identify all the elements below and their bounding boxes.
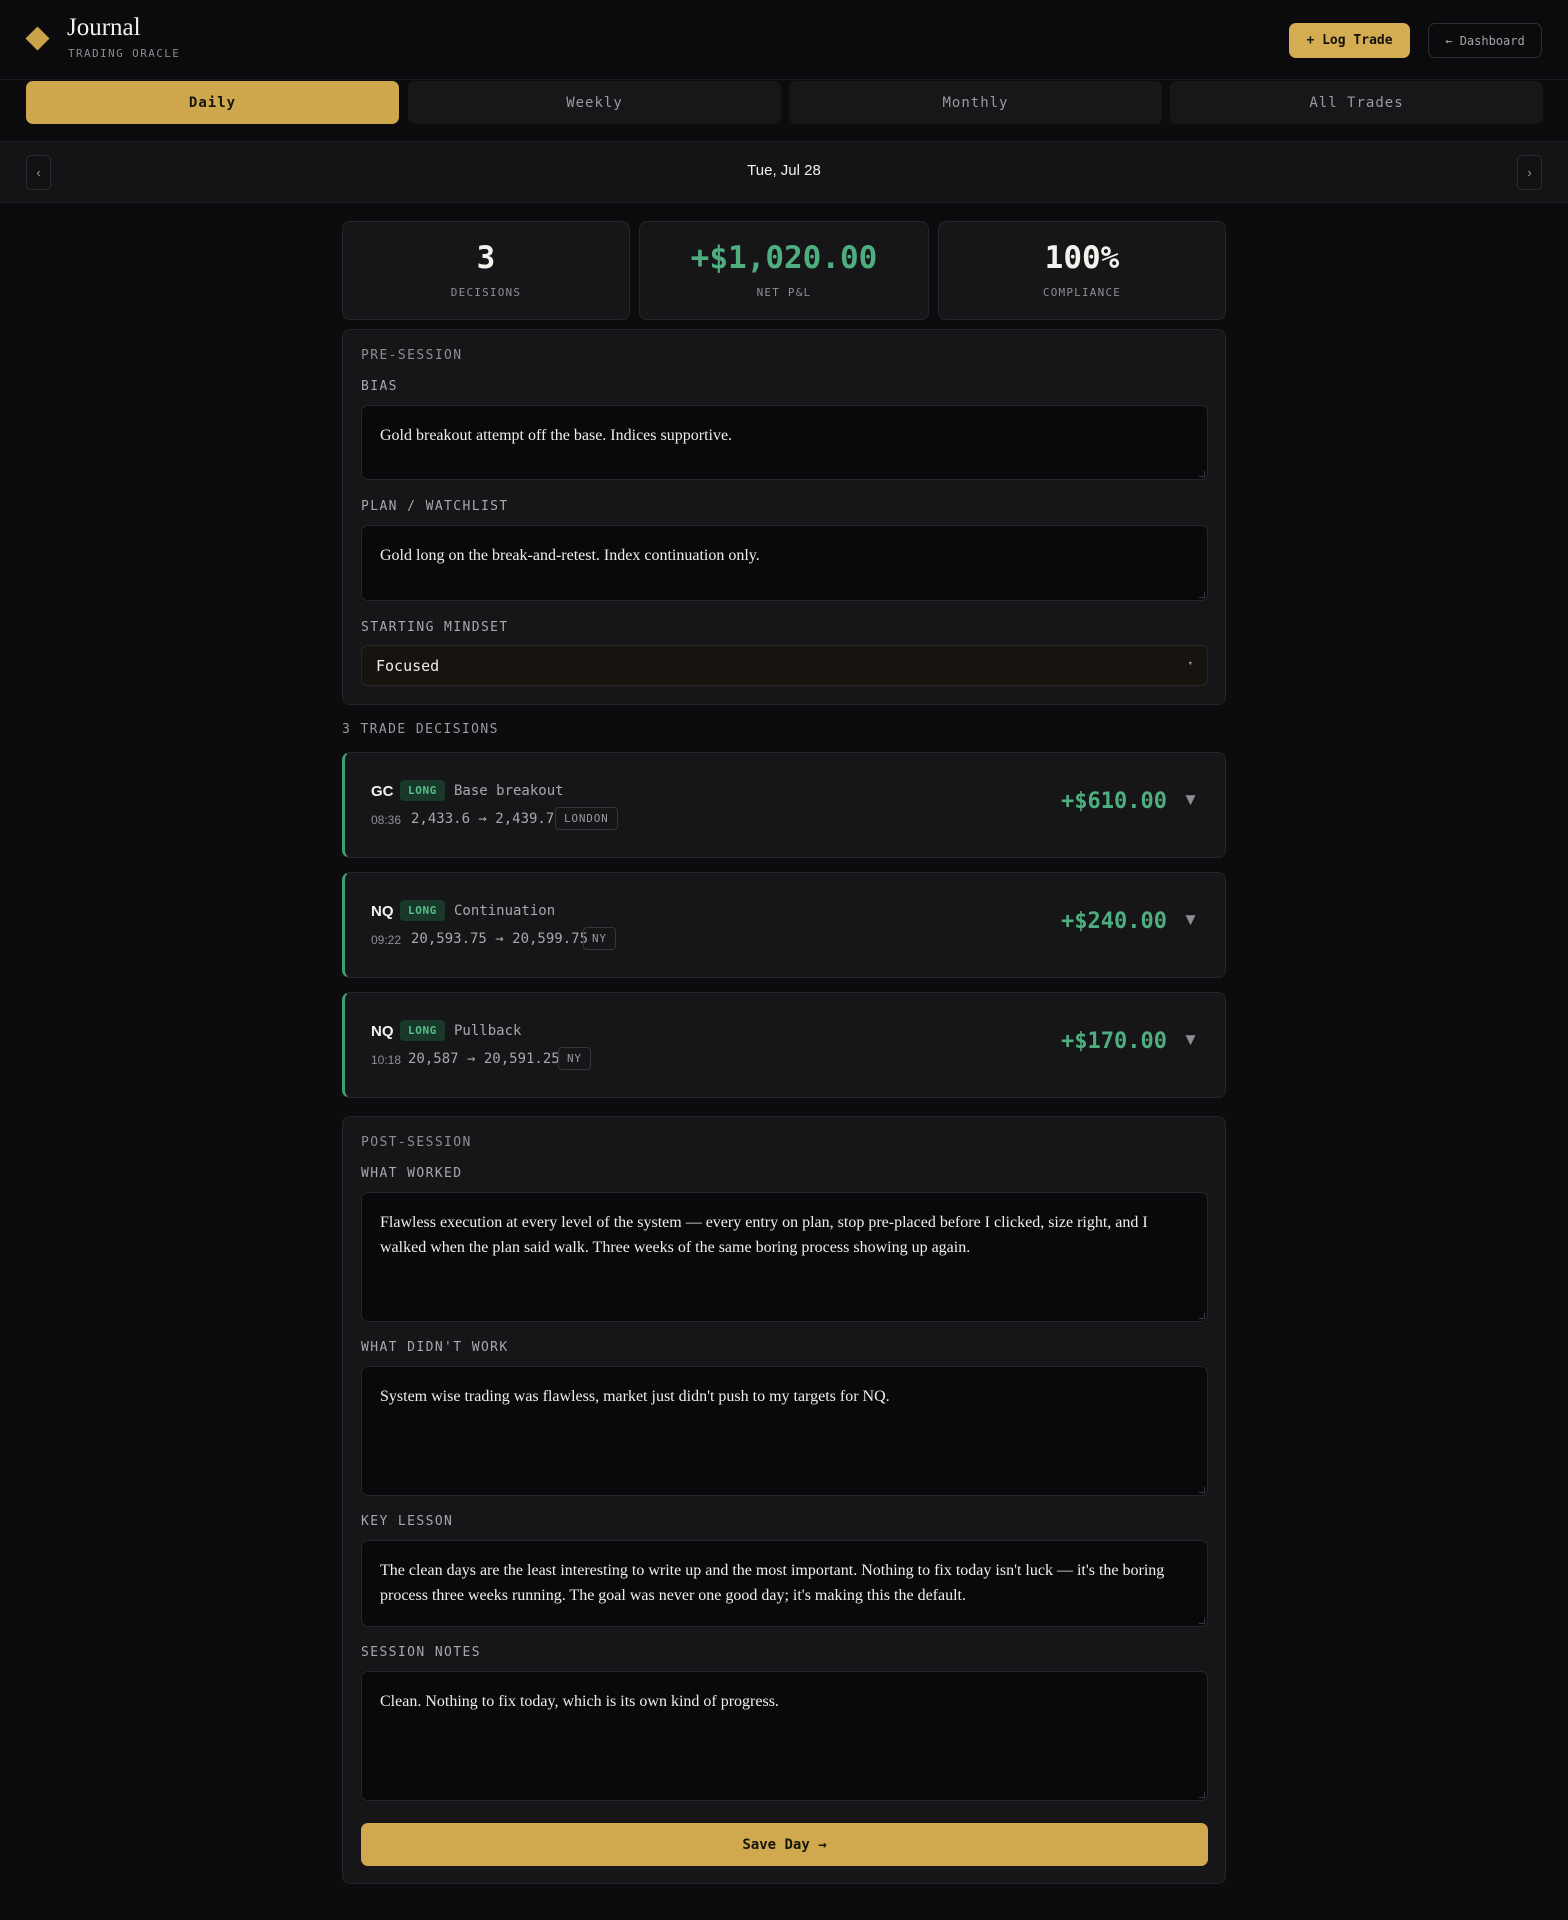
post-session-title: POST-SESSION <box>361 1135 472 1150</box>
pre-session-title: PRE-SESSION <box>361 348 463 363</box>
trade-symbol: NQ <box>371 1023 394 1040</box>
plan-label: PLAN / WATCHLIST <box>361 499 509 514</box>
mindset-select[interactable]: Focused ▾ <box>361 645 1208 686</box>
trade-time: 10:18 <box>371 1053 402 1067</box>
trade-time: 09:22 <box>371 933 402 947</box>
stat-value: 3 <box>476 240 496 276</box>
mindset-label: STARTING MINDSET <box>361 620 509 635</box>
stat-decisions: 3 DECISIONS <box>342 221 630 320</box>
top-bar: Journal TRADING ORACLE + Log Trade ← Das… <box>0 0 1568 80</box>
save-day-button[interactable]: Save Day → <box>361 1823 1208 1866</box>
trade-setup: Continuation <box>454 903 556 919</box>
trade-card[interactable]: NQ LONG Continuation 09:22 20,593.75 → 2… <box>342 872 1226 978</box>
post-session-panel: POST-SESSION WHAT WORKED Flawless execut… <box>342 1116 1226 1884</box>
trade-pnl: +$240.00 <box>1061 909 1167 934</box>
trade-time: 08:36 <box>371 813 402 827</box>
side-badge: LONG <box>400 900 445 921</box>
tab-weekly[interactable]: Weekly <box>408 81 781 124</box>
session-badge: NY <box>558 1047 591 1070</box>
pre-session-panel: PRE-SESSION BIAS Gold breakout attempt o… <box>342 329 1226 705</box>
session-notes-label: SESSION NOTES <box>361 1645 481 1660</box>
stat-compliance: 100% COMPLIANCE <box>938 221 1226 320</box>
key-lesson-label: KEY LESSON <box>361 1514 454 1529</box>
trade-symbol: NQ <box>371 903 394 920</box>
log-trade-button[interactable]: + Log Trade <box>1289 23 1410 58</box>
stat-value: +$1,020.00 <box>690 240 878 276</box>
key-lesson-textarea[interactable]: The clean days are the least interesting… <box>361 1540 1208 1627</box>
trade-card[interactable]: NQ LONG Pullback 10:18 20,587 → 20,591.2… <box>342 992 1226 1098</box>
trade-symbol: GC <box>371 783 394 800</box>
trade-prices: 20,587 → 20,591.25 <box>408 1051 560 1067</box>
trade-card[interactable]: GC LONG Base breakout 08:36 2,433.6 → 2,… <box>342 752 1226 858</box>
stat-net-pnl: +$1,020.00 NET P&L <box>639 221 929 320</box>
session-badge: NY <box>583 927 616 950</box>
bias-textarea[interactable]: Gold breakout attempt off the base. Indi… <box>361 405 1208 480</box>
trade-prices: 2,433.6 → 2,439.7 <box>411 811 555 827</box>
plan-textarea[interactable]: Gold long on the break-and-retest. Index… <box>361 525 1208 601</box>
tab-all-trades[interactable]: All Trades <box>1170 81 1543 124</box>
what-didnt-work-label: WHAT DIDN'T WORK <box>361 1340 509 1355</box>
mindset-value: Focused <box>376 657 440 675</box>
stat-value: 100% <box>1044 240 1120 276</box>
next-day-button[interactable]: › <box>1517 155 1542 190</box>
chevron-down-icon: ▾ <box>1187 659 1193 669</box>
bias-label: BIAS <box>361 379 398 394</box>
what-didnt-work-textarea[interactable]: System wise trading was flawless, market… <box>361 1366 1208 1496</box>
trade-pnl: +$610.00 <box>1061 789 1167 814</box>
current-date: Tue, Jul 28 <box>747 162 821 179</box>
trade-decisions-title: 3 TRADE DECISIONS <box>342 722 499 737</box>
app-title: Journal <box>67 14 141 41</box>
diamond-logo-icon <box>25 26 50 51</box>
trade-setup: Pullback <box>454 1023 522 1039</box>
what-worked-textarea[interactable]: Flawless execution at every level of the… <box>361 1192 1208 1322</box>
expand-chevron-icon[interactable]: ▼ <box>1182 1030 1199 1050</box>
side-badge: LONG <box>400 1020 445 1041</box>
date-navigator: ‹ Tue, Jul 28 › <box>0 141 1568 203</box>
session-notes-textarea[interactable]: Clean. Nothing to fix today, which is it… <box>361 1671 1208 1801</box>
tab-daily[interactable]: Daily <box>26 81 399 124</box>
trade-prices: 20,593.75 → 20,599.75 <box>411 931 589 947</box>
stat-label: COMPLIANCE <box>1042 286 1122 299</box>
expand-chevron-icon[interactable]: ▼ <box>1182 910 1199 930</box>
side-badge: LONG <box>400 780 445 801</box>
tab-monthly[interactable]: Monthly <box>789 81 1162 124</box>
trade-pnl: +$170.00 <box>1061 1029 1167 1054</box>
dashboard-button[interactable]: ← Dashboard <box>1428 23 1542 58</box>
expand-chevron-icon[interactable]: ▼ <box>1182 790 1199 810</box>
stat-label: NET P&L <box>756 286 812 299</box>
stat-label: DECISIONS <box>450 286 522 299</box>
session-badge: LONDON <box>555 807 618 830</box>
what-worked-label: WHAT WORKED <box>361 1166 463 1181</box>
trade-setup: Base breakout <box>454 783 564 799</box>
app-subtitle: TRADING ORACLE <box>68 47 181 60</box>
